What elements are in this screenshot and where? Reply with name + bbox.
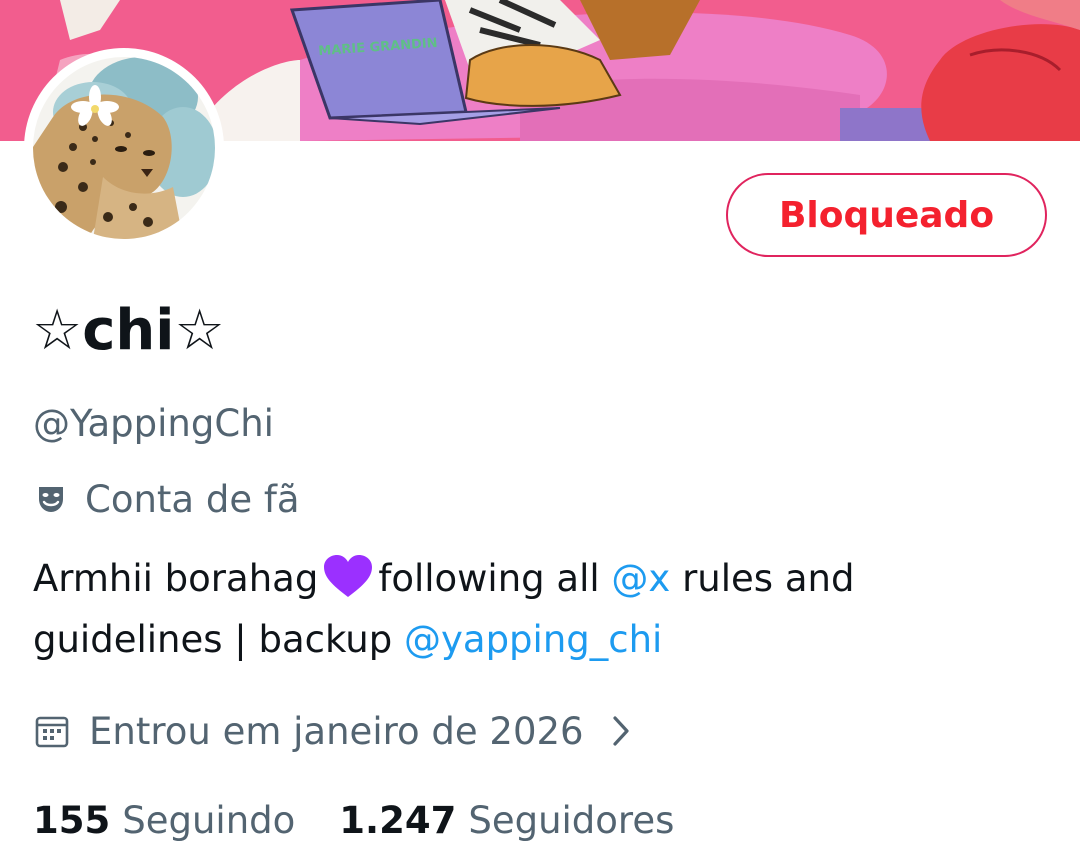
display-name: ☆chi☆ [32, 298, 225, 363]
joined-date-row[interactable]: Entrou em janeiro de 2026 [33, 703, 634, 759]
purple-heart-icon [322, 553, 374, 599]
account-label: Conta de fã [33, 474, 300, 524]
theater-masks-icon [33, 481, 69, 517]
mention-link[interactable]: @yapping_chi [404, 618, 662, 661]
username-handle: @YappingChi [33, 402, 274, 445]
bio-line-1: Armhii borahag following all @x rules and [33, 548, 1053, 609]
follow-stats: 155 Seguindo 1.247 Seguidores [33, 792, 674, 848]
following-link[interactable]: 155 Seguindo [33, 799, 295, 842]
avatar[interactable] [33, 57, 215, 239]
calendar-icon [33, 712, 71, 750]
mention-link[interactable]: @x [611, 557, 670, 600]
bio-text: Armhii borahag [33, 557, 319, 600]
followers-label: Seguidores [468, 798, 675, 842]
joined-date-text: Entrou em janeiro de 2026 [89, 709, 584, 753]
following-count: 155 [33, 798, 111, 842]
profile-bio: Armhii borahag following all @x rules and… [33, 548, 1053, 670]
bio-text: guidelines | backup [33, 618, 393, 661]
followers-link[interactable]: 1.247 Seguidores [339, 799, 674, 842]
blocked-button[interactable]: Bloqueado [726, 173, 1047, 257]
bio-text: rules and [682, 557, 855, 600]
account-label-text: Conta de fã [85, 477, 300, 521]
bio-line-2: guidelines | backup @yapping_chi [33, 609, 1053, 670]
bio-text: following all [378, 557, 600, 600]
following-label: Seguindo [122, 798, 296, 842]
followers-count: 1.247 [339, 798, 457, 842]
chevron-right-icon[interactable] [608, 714, 634, 748]
